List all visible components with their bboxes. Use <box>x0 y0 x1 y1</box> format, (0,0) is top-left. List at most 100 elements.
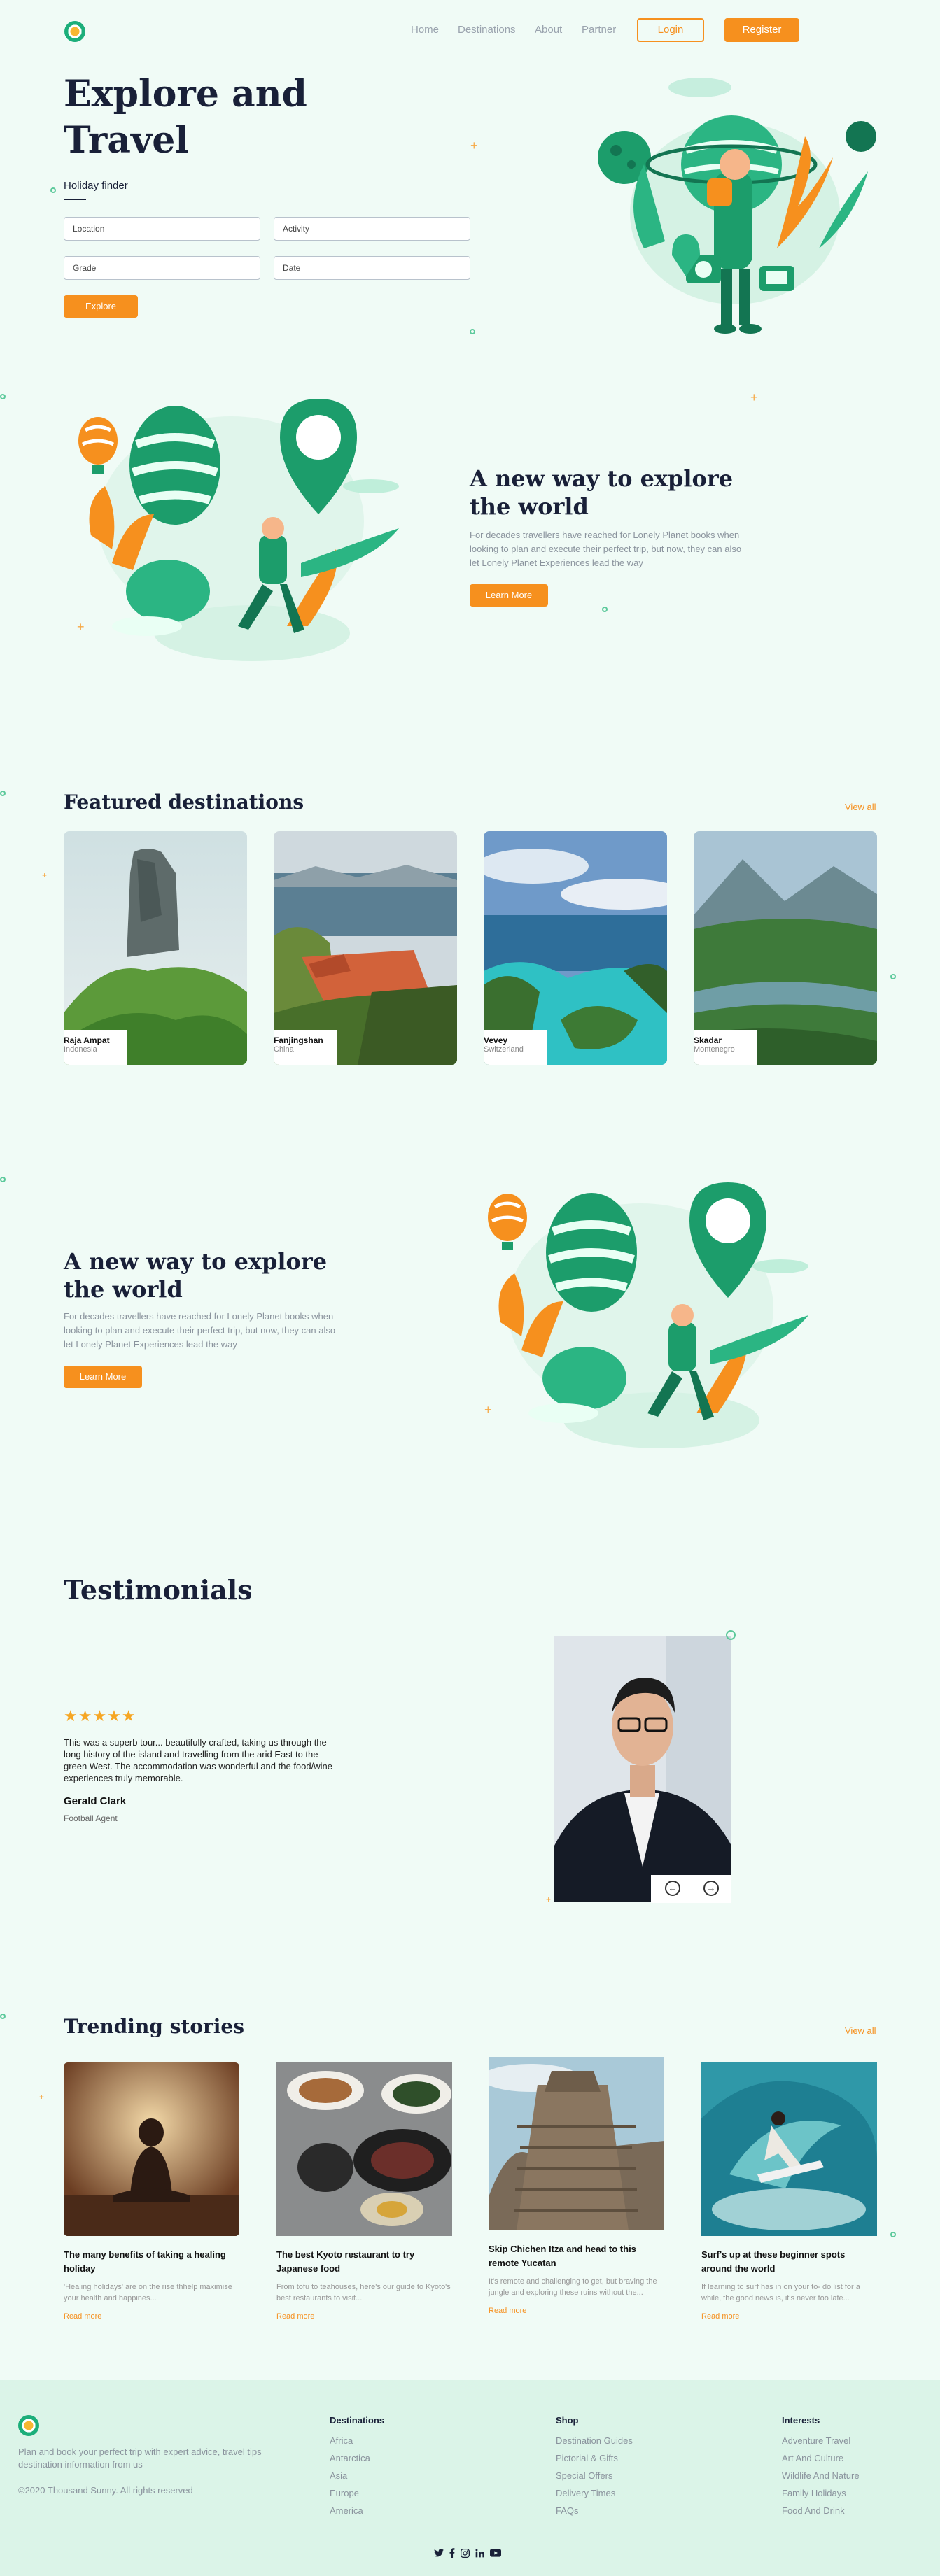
feature2-learn-more-button[interactable]: Learn More <box>64 1366 142 1388</box>
footer: Plan and book your perfect trip with exp… <box>0 2380 940 2576</box>
destination-name: Skadar <box>694 1035 722 1045</box>
decor-dot <box>50 187 56 193</box>
date-field[interactable]: Date <box>274 256 470 280</box>
footer-link[interactable]: Art And Culture <box>782 2453 860 2463</box>
testimonial-quote: This was a superb tour... beautifully cr… <box>64 1737 332 1783</box>
footer-link[interactable]: Pictorial & Gifts <box>556 2453 633 2463</box>
next-arrow-icon[interactable]: → <box>703 1881 719 1896</box>
destination-name: Vevey <box>484 1035 508 1045</box>
destination-country: Switzerland <box>484 1045 524 1054</box>
decor-dot <box>470 329 475 334</box>
footer-link[interactable]: Antarctica <box>330 2453 384 2463</box>
read-more-link[interactable]: Read more <box>701 2312 877 2321</box>
location-field[interactable]: Location <box>64 217 260 241</box>
story-title: Skip Chichen Itza and head to this remot… <box>489 2244 636 2268</box>
activity-field[interactable]: Activity <box>274 217 470 241</box>
read-more-link[interactable]: Read more <box>276 2312 452 2321</box>
destination-card[interactable]: Raja Ampat Indonesia <box>64 831 247 1065</box>
featured-view-all-link[interactable]: View all <box>845 802 876 812</box>
testimonial-name: Gerald Clark <box>64 1795 127 1807</box>
story-card[interactable]: Skip Chichen Itza and head to this remot… <box>482 2057 664 2315</box>
footer-link[interactable]: Delivery Times <box>556 2488 633 2498</box>
register-button[interactable]: Register <box>724 18 799 42</box>
story-excerpt: If learning to surf has in on your to- d… <box>701 2283 860 2302</box>
nav-home[interactable]: Home <box>411 24 439 36</box>
prev-arrow-icon[interactable]: ← <box>665 1881 680 1896</box>
nav-about[interactable]: About <box>535 24 562 36</box>
explore-button[interactable]: Explore <box>64 295 138 318</box>
footer-link[interactable]: Europe <box>330 2488 384 2498</box>
hero-title-line1: Explore and <box>64 73 307 115</box>
story-card[interactable]: The best Kyoto restaurant to try Japanes… <box>276 2062 452 2321</box>
story-card[interactable]: Surf's up at these beginner spots around… <box>701 2062 877 2321</box>
nav-partner[interactable]: Partner <box>582 24 616 36</box>
story-image <box>482 2057 664 2230</box>
decor-plus: + <box>750 390 758 404</box>
finder-underline <box>64 199 86 200</box>
grade-field[interactable]: Grade <box>64 256 260 280</box>
feature2-text: For decades travellers have reached for … <box>64 1311 336 1350</box>
footer-link[interactable]: Destination Guides <box>556 2435 633 2446</box>
decor-plus: + <box>39 2092 45 2102</box>
hero-illustration <box>598 78 876 334</box>
social-icons <box>434 2548 501 2558</box>
trending-view-all-link[interactable]: View all <box>845 2025 876 2036</box>
footer-tagline: Plan and book your perfect trip with exp… <box>18 2447 262 2470</box>
footer-link[interactable]: Africa <box>330 2435 384 2446</box>
testimonials-title: Testimonials <box>64 1574 253 1606</box>
decor-dot <box>890 2232 896 2237</box>
decor-dot <box>602 607 608 612</box>
hero-title-line2: Travel <box>64 119 190 162</box>
footer-column-destinations: Destinations Africa Antarctica Asia Euro… <box>330 2415 384 2523</box>
balloon-illustration-2 <box>488 1182 808 1448</box>
footer-link[interactable]: Asia <box>330 2470 384 2481</box>
footer-link[interactable]: Food And Drink <box>782 2505 860 2516</box>
decor-dot <box>0 394 6 399</box>
story-card[interactable]: The many benefits of taking a healing ho… <box>64 2062 239 2321</box>
decor-dot <box>0 1177 6 1182</box>
destination-card[interactable]: Vevey Switzerland <box>484 831 667 1065</box>
story-excerpt: 'Healing holidays' are on the rise thhel… <box>64 2283 232 2302</box>
feature1-title: A new way to explore the world <box>470 465 734 520</box>
destination-card[interactable]: Fanjingshan China <box>274 831 457 1065</box>
rating-stars: ★★★★★ <box>64 1707 136 1725</box>
login-button[interactable]: Login <box>637 18 704 42</box>
footer-logo[interactable] <box>18 2415 39 2436</box>
linkedin-icon[interactable] <box>475 2549 484 2558</box>
footer-column-heading: Interests <box>782 2415 820 2426</box>
hero-title: Explore and Travel <box>64 71 307 164</box>
footer-link[interactable]: Wildlife And Nature <box>782 2470 860 2481</box>
decor-plus: + <box>484 1403 492 1417</box>
destination-country: Montenegro <box>694 1045 735 1054</box>
story-image <box>64 2062 239 2236</box>
testimonial-controls <box>651 1875 731 1903</box>
destination-label: Raja Ampat Indonesia <box>64 1030 127 1065</box>
footer-link[interactable]: Adventure Travel <box>782 2435 860 2446</box>
feature2-title: A new way to explore the world <box>64 1248 328 1303</box>
read-more-link[interactable]: Read more <box>64 2312 239 2321</box>
twitter-icon[interactable] <box>434 2549 444 2557</box>
read-more-link[interactable]: Read more <box>489 2307 664 2315</box>
footer-link[interactable]: America <box>330 2505 384 2516</box>
feature1-learn-more-button[interactable]: Learn More <box>470 584 548 607</box>
decor-dot <box>0 2014 6 2019</box>
youtube-icon[interactable] <box>490 2549 501 2557</box>
logo[interactable] <box>64 21 85 42</box>
decor-dot <box>890 974 896 979</box>
destination-country: China <box>274 1045 294 1054</box>
testimonial-photo <box>554 1636 731 1902</box>
footer-link[interactable]: Special Offers <box>556 2470 633 2481</box>
destination-country: Indonesia <box>64 1045 97 1054</box>
footer-link[interactable]: FAQs <box>556 2505 633 2516</box>
footer-link[interactable]: Family Holidays <box>782 2488 860 2498</box>
instagram-icon[interactable] <box>461 2548 470 2558</box>
nav-destinations[interactable]: Destinations <box>458 24 516 36</box>
footer-column-interests: Interests Adventure Travel Art And Cultu… <box>782 2415 860 2523</box>
facebook-icon[interactable] <box>449 2548 455 2558</box>
decor-dot <box>0 791 6 796</box>
balloon-illustration-1 <box>78 399 399 661</box>
decor-plus: + <box>77 620 85 634</box>
destination-card[interactable]: Skadar Montenegro <box>694 831 877 1065</box>
feature1-text: For decades travellers have reached for … <box>470 530 742 568</box>
story-title: The best Kyoto restaurant to try Japanes… <box>276 2249 415 2274</box>
